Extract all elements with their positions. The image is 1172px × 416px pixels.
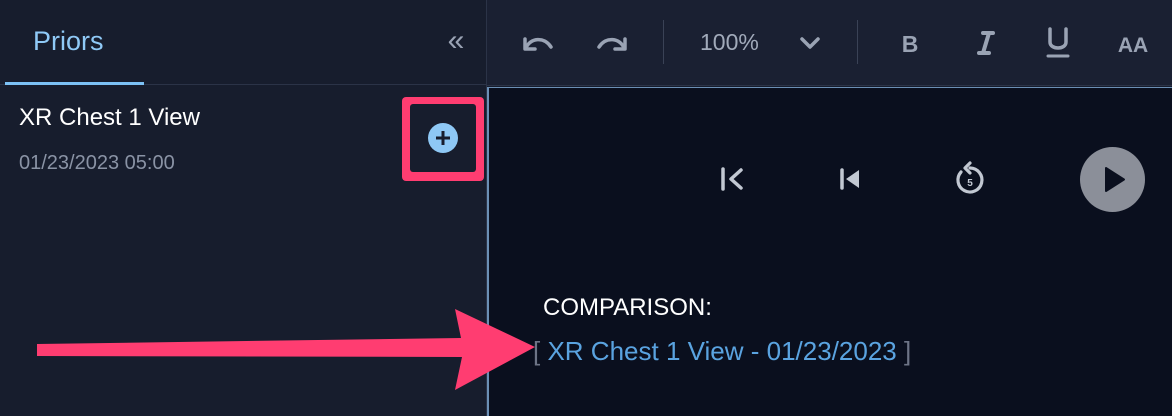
step-back-button[interactable] [835, 162, 865, 201]
step-back-icon [840, 168, 859, 190]
field-bracket-open: [ [533, 336, 541, 366]
italic-icon [977, 31, 995, 55]
underline-button[interactable] [1043, 22, 1073, 64]
replay-5-button[interactable]: 5 [951, 159, 989, 204]
undo-icon [523, 37, 553, 51]
prior-title: XR Chest 1 View [19, 104, 200, 131]
tab-priors[interactable]: Priors [5, 0, 144, 85]
undo-button[interactable] [517, 22, 557, 64]
tab-priors-label: Priors [33, 26, 104, 56]
chevrons-left-icon: « [447, 24, 465, 57]
play-button[interactable] [1080, 147, 1145, 212]
prior-date: 01/23/2023 05:00 [19, 152, 175, 174]
plus-circle-icon [428, 123, 458, 153]
svg-text:B: B [902, 31, 919, 57]
svg-text:AA: AA [1118, 34, 1148, 57]
skip-start-icon [721, 167, 743, 191]
redo-icon [597, 37, 627, 51]
comparison-field[interactable]: [ XR Chest 1 View - 01/23/2023 ] [533, 336, 911, 367]
skip-to-start-button[interactable] [717, 162, 747, 201]
italic-button[interactable] [971, 22, 1001, 64]
add-prior-button[interactable] [410, 104, 476, 172]
bold-button[interactable]: B [895, 22, 925, 64]
toolbar-divider [857, 20, 858, 64]
text-size-icon: AA [1118, 34, 1148, 57]
redo-button[interactable] [593, 22, 633, 64]
comparison-value: XR Chest 1 View - 01/23/2023 [547, 336, 897, 366]
zoom-level[interactable]: 100% [700, 29, 759, 56]
comparison-label: COMPARISON: [543, 294, 712, 321]
priors-panel: Priors « XR Chest 1 View 01/23/2023 05:0… [0, 0, 487, 416]
chevron-down-icon [800, 37, 820, 49]
replay-5-icon: 5 [956, 161, 984, 194]
priors-panel-header: Priors « [0, 0, 486, 85]
report-editor[interactable]: 5 COMPARISON: [ XR Chest 1 View - 01/23/… [487, 87, 1172, 416]
collapse-panel-button[interactable]: « [438, 26, 474, 58]
zoom-dropdown-button[interactable] [793, 22, 827, 64]
text-size-button[interactable]: AA [1111, 22, 1155, 64]
play-icon [1105, 167, 1125, 192]
svg-text:5: 5 [967, 178, 973, 189]
bold-icon: B [902, 31, 919, 57]
underline-icon [1046, 27, 1070, 58]
field-bracket-close: ] [904, 336, 912, 366]
toolbar-divider [663, 20, 664, 64]
editor-toolbar: 100% B AA [487, 0, 1172, 86]
